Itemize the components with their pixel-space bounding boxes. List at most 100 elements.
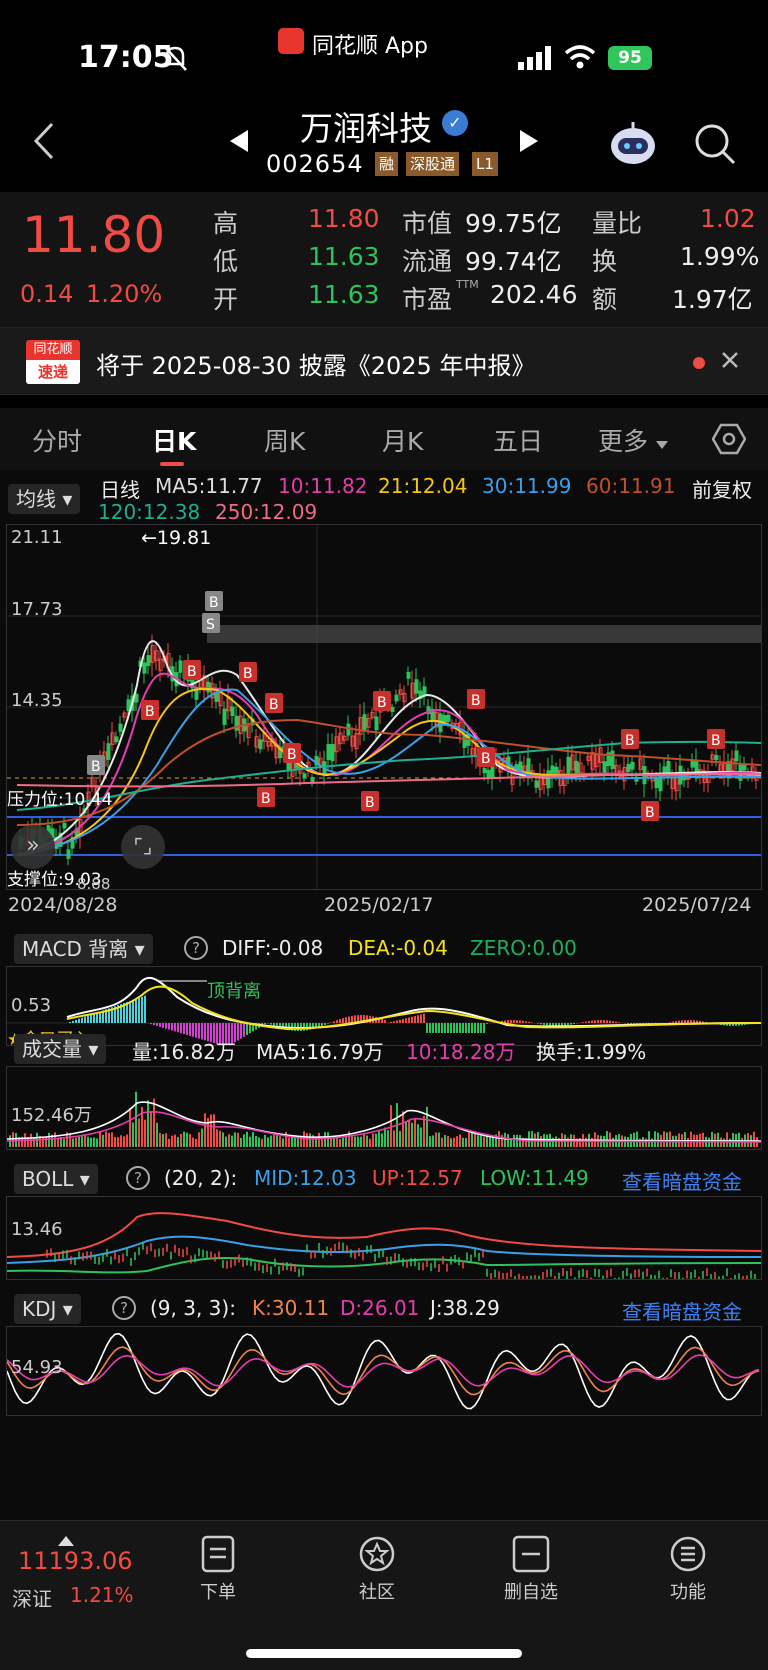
index-value[interactable]: 11193.06: [18, 1547, 133, 1575]
trade-signal-marker: B: [257, 787, 275, 807]
tab-monthly[interactable]: 月K: [382, 422, 423, 458]
kdj-panel[interactable]: 54.93: [6, 1326, 762, 1416]
volume-bar: [219, 1130, 221, 1147]
volume-panel[interactable]: 152.46万: [6, 1066, 762, 1150]
kdj-help-icon[interactable]: ?: [112, 1296, 136, 1320]
volume-bar: [204, 1113, 206, 1147]
community-button[interactable]: 社区: [332, 1535, 422, 1604]
volume-bar: [90, 1137, 92, 1147]
tab-weekly[interactable]: 周K: [264, 422, 305, 458]
order-button[interactable]: 下单: [173, 1535, 263, 1604]
svg-text:B: B: [269, 697, 279, 713]
battery-level: 95: [618, 48, 642, 68]
volume-bar: [294, 1137, 296, 1147]
trade-signal-marker: B: [183, 660, 201, 680]
kline-panel[interactable]: BBSBBBBBBBBBBBBB 21.11 17.73 14.35 ←19.8…: [6, 524, 762, 893]
volume-bar: [135, 1091, 137, 1147]
candle: [406, 671, 411, 679]
kdj-dark-pool-link[interactable]: 查看暗盘资金: [622, 1296, 742, 1325]
svg-text:B: B: [471, 693, 481, 709]
candle: [626, 763, 631, 773]
volume-bar: [147, 1100, 149, 1147]
volume-bar: [144, 1119, 146, 1147]
expand-icon[interactable]: »: [11, 825, 55, 869]
tab-daily[interactable]: 日K: [152, 422, 196, 458]
macd-zero: ZERO:0.00: [470, 936, 577, 960]
kdj-dropdown[interactable]: KDJ ▾: [14, 1294, 81, 1324]
tab-intraday[interactable]: 分时: [32, 422, 82, 458]
candle: [422, 686, 427, 696]
volume-bar: [387, 1130, 389, 1147]
ma-dropdown[interactable]: 均线 ▾: [8, 484, 81, 514]
search-icon[interactable]: [693, 122, 737, 170]
volume-bar: [96, 1138, 98, 1147]
volume-bar: [690, 1131, 692, 1147]
boll-dark-pool-link[interactable]: 查看暗盘资金: [622, 1166, 742, 1195]
volume-bar: [267, 1137, 269, 1147]
candle: [286, 762, 291, 771]
volume-dropdown[interactable]: 成交量 ▾: [14, 1034, 107, 1064]
high-label: 高: [213, 209, 239, 238]
help-icon[interactable]: ?: [184, 936, 208, 960]
volume-bar: [375, 1133, 377, 1147]
turnover-label: 换: [592, 247, 618, 276]
volume-bar: [186, 1132, 188, 1147]
volume-bar: [54, 1132, 56, 1147]
volume-bar: [258, 1137, 260, 1147]
candle: [230, 706, 235, 716]
volume-bar: [423, 1115, 425, 1147]
news-logo-icon: 同花顺 速递: [26, 340, 80, 384]
mcap-label: 市值: [402, 209, 453, 238]
open-value: 11.63: [308, 280, 380, 309]
volume-bar: [138, 1118, 140, 1147]
volume-bar: [42, 1136, 44, 1147]
quote-panel: 11.80 0.14 1.20% 高 11.80 低 11.63 开 11.63…: [0, 192, 768, 327]
volume-bar: [48, 1132, 50, 1147]
stock-code: 002654: [266, 150, 364, 178]
volume-bar: [213, 1114, 215, 1147]
svg-text:B: B: [187, 664, 197, 680]
volume-bar: [666, 1132, 668, 1147]
tab-five-day[interactable]: 五日: [493, 422, 543, 458]
tab-more[interactable]: 更多: [598, 422, 648, 458]
float-value: 99.74亿: [465, 247, 562, 276]
boll-up: UP:12.57: [372, 1166, 463, 1190]
function-button[interactable]: 功能: [643, 1535, 733, 1604]
pe-label: 市盈: [402, 285, 453, 314]
badge-margin: 融: [375, 152, 399, 176]
volume-bar: [57, 1137, 59, 1147]
candle: [326, 744, 331, 760]
volume-bar: [357, 1136, 359, 1147]
close-icon[interactable]: [720, 350, 740, 374]
robot-assistant-icon[interactable]: [608, 122, 658, 170]
low-value: 11.63: [308, 242, 380, 271]
candle: [566, 756, 571, 774]
volume-bar: [69, 1133, 71, 1147]
volume-bar: [246, 1131, 248, 1147]
mute-icon: [162, 44, 188, 72]
volume-bar: [636, 1131, 638, 1147]
fullscreen-icon[interactable]: ⌜⌟: [121, 825, 165, 869]
volume-bar: [222, 1132, 224, 1147]
boll-help-icon[interactable]: ?: [126, 1166, 150, 1190]
next-stock-icon[interactable]: [518, 128, 540, 158]
boll-dropdown[interactable]: BOLL ▾: [14, 1164, 98, 1194]
back-icon[interactable]: [30, 120, 56, 166]
notice-bar[interactable]: 同花顺 速递 将于 2025-08-30 披露《2025 年中报》: [0, 327, 768, 395]
volume-bar: [78, 1136, 80, 1147]
macd-dropdown[interactable]: MACD 背离 ▾: [14, 934, 153, 964]
candle: [178, 660, 183, 673]
volume-bar: [459, 1134, 461, 1147]
adjust-label[interactable]: 前复权: [692, 474, 752, 503]
ma60-label: 60:11.91: [586, 474, 676, 498]
settings-icon[interactable]: [711, 422, 747, 460]
volume-bar: [216, 1129, 218, 1147]
candle: [486, 769, 491, 779]
volume-bar: [399, 1130, 401, 1147]
macd-panel[interactable]: 0.53 顶背离 ★金叉买入: [6, 966, 762, 1050]
boll-panel[interactable]: 13.46: [6, 1196, 762, 1280]
volume-bar: [684, 1132, 686, 1147]
volume-bar: [408, 1119, 410, 1147]
prev-stock-icon[interactable]: [228, 128, 250, 158]
remove-watchlist-button[interactable]: 删自选: [486, 1535, 576, 1604]
